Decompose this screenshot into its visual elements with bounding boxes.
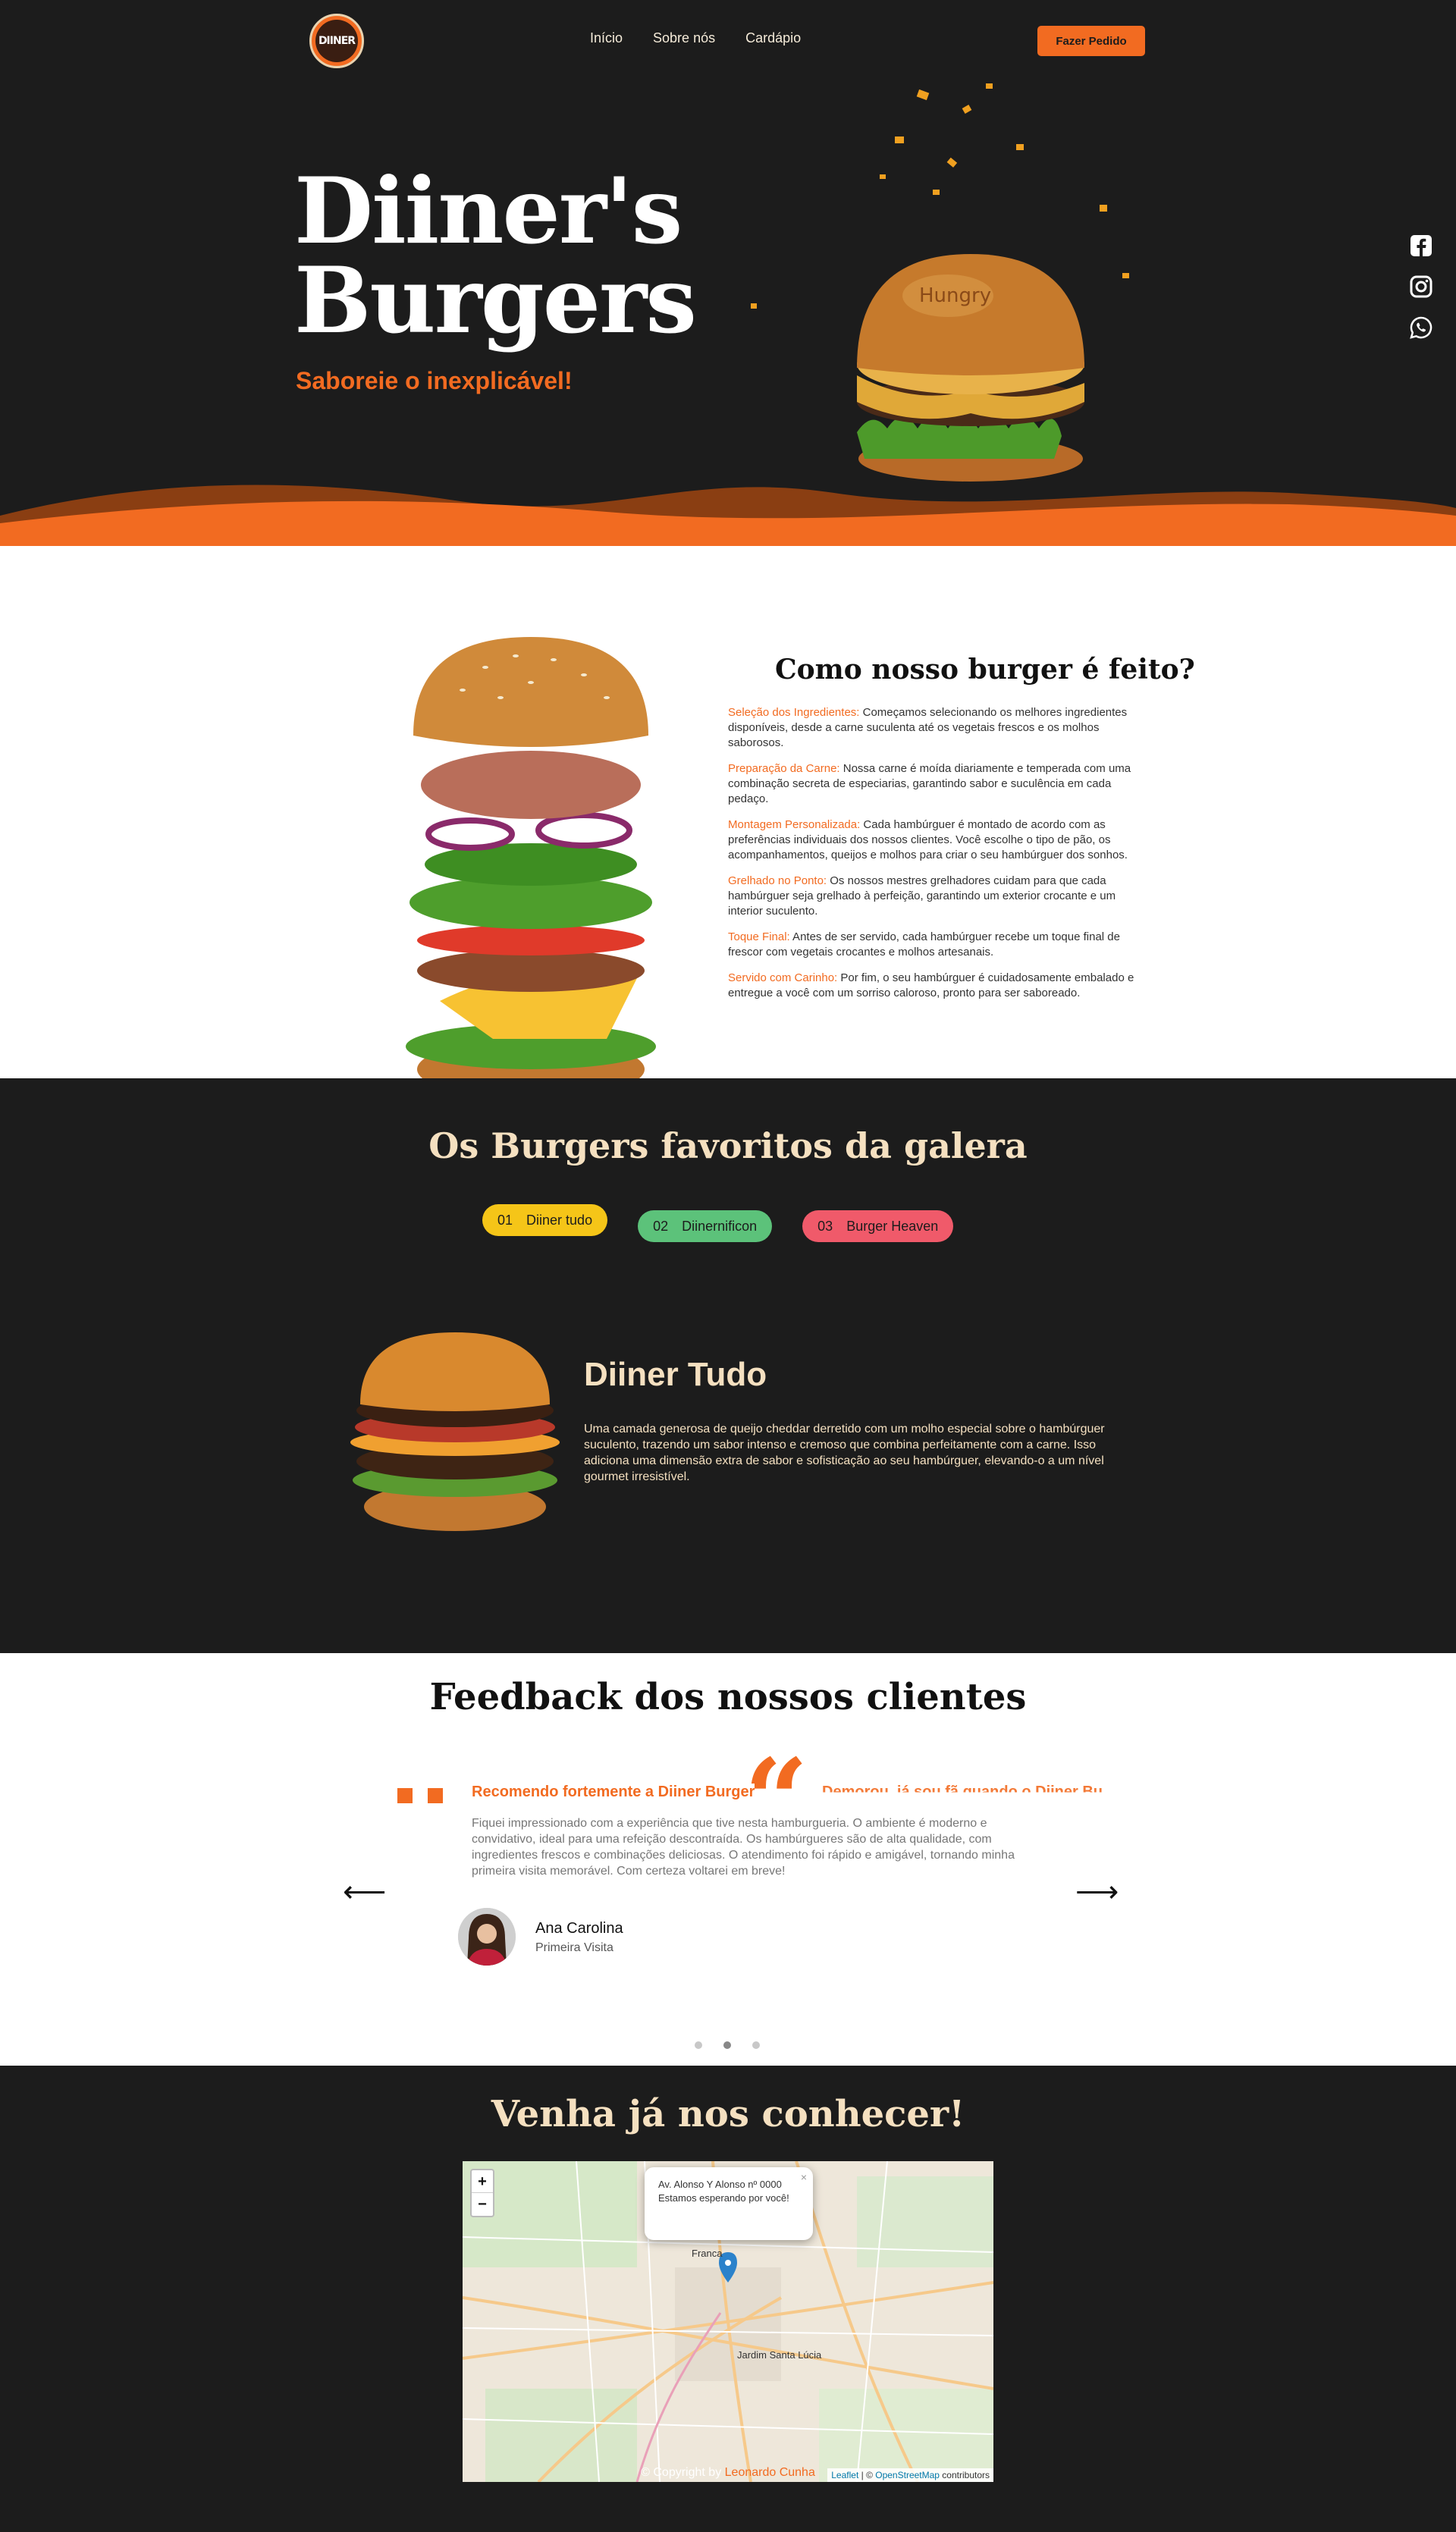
- tab-burger-heaven[interactable]: 03 Burger Heaven: [802, 1210, 954, 1242]
- step-item: Preparação da Carne: Nossa carne é moída…: [728, 761, 1150, 807]
- popup-message: Estamos esperando por você!: [658, 2192, 789, 2204]
- close-icon[interactable]: ×: [801, 2170, 807, 2184]
- hero-wave: [0, 485, 1456, 546]
- favorites-section: Os Burgers favoritos da galera 01 Diiner…: [0, 1078, 1456, 1653]
- tab-diinernificon[interactable]: 02 Diinernificon: [638, 1210, 773, 1242]
- carousel-dot[interactable]: [695, 2041, 702, 2049]
- how-made-section: Como nosso burger é feito? Seleção dos I…: [0, 546, 1456, 1100]
- logo-text: DIINER: [315, 20, 358, 62]
- nav-item-sobre[interactable]: Sobre nós: [653, 30, 715, 46]
- copyright: © Copyright by Leonardo Cunha: [0, 2466, 1456, 2480]
- step-item: Montagem Personalizada: Cada hambúrguer …: [728, 817, 1150, 863]
- instagram-icon[interactable]: [1409, 275, 1433, 299]
- nav-item-cardapio[interactable]: Cardápio: [745, 30, 801, 46]
- step-label: Grelhado no Ponto:: [728, 874, 827, 887]
- hero-section: DIINER Início Sobre nós Cardápio Fazer P…: [0, 0, 1456, 546]
- step-item: Seleção dos Ingredientes: Começamos sele…: [728, 705, 1150, 751]
- step-label: Toque Final:: [728, 930, 790, 943]
- nav-item-inicio[interactable]: Início: [590, 30, 623, 46]
- testimonial-text: Fiquei impressionado com a experiência q…: [472, 1817, 1015, 1878]
- step-label: Seleção dos Ingredientes:: [728, 706, 860, 719]
- feedback-title: Feedback dos nossos clientes: [429, 1676, 1027, 1718]
- order-button[interactable]: Fazer Pedido: [1037, 26, 1145, 56]
- tab-number: 02: [653, 1218, 669, 1234]
- visit-title: Venha já nos conhecer!: [491, 2093, 965, 2135]
- copyright-prefix: © Copyright by: [641, 2466, 725, 2479]
- step-label: Servido com Carinho:: [728, 971, 838, 984]
- tab-diiner-tudo[interactable]: 01 Diiner tudo: [482, 1204, 608, 1236]
- tab-label: Diiner tudo: [526, 1212, 593, 1228]
- tab-label: Burger Heaven: [846, 1218, 939, 1234]
- hero-title: Diiner's Burgers: [294, 166, 697, 347]
- visit-section: Venha já nos conhecer! Franca Jardim San…: [0, 2066, 1456, 2532]
- author-link[interactable]: Leonardo Cunha: [725, 2466, 815, 2479]
- location-map[interactable]: Franca Jardim Santa Lúcia + − × Av. Alon…: [463, 2161, 993, 2482]
- step-item: Toque Final: Antes de ser servido, cada …: [728, 930, 1150, 960]
- favorite-name: Diiner Tudo: [584, 1356, 767, 1393]
- next-arrow-icon[interactable]: ⟶: [1075, 1875, 1119, 1909]
- hero-subtitle: Saboreie o inexplicável!: [296, 367, 573, 394]
- favorites-tabs: 01 Diiner tudo 02 Diinernificon 03 Burge…: [482, 1204, 954, 1242]
- map-zoom-controls: + −: [470, 2169, 494, 2217]
- facebook-icon[interactable]: [1409, 234, 1433, 258]
- step-label: Preparação da Carne:: [728, 762, 840, 775]
- whatsapp-icon[interactable]: [1409, 315, 1433, 340]
- quote-icon: [397, 1788, 443, 1803]
- map-label-jardim: Jardim Santa Lúcia: [737, 2349, 822, 2361]
- carousel-dot-active[interactable]: [723, 2041, 731, 2049]
- favorites-title: Os Burgers favoritos da galera: [428, 1125, 1028, 1166]
- avatar: [458, 1908, 516, 1966]
- diiner-tudo-image: [350, 1332, 560, 1531]
- tab-number: 03: [817, 1218, 833, 1234]
- reviewer-role: Primeira Visita: [535, 1941, 613, 1954]
- tab-number: 01: [497, 1212, 513, 1228]
- zoom-out-button[interactable]: −: [472, 2193, 493, 2216]
- popup-address: Av. Alonso Y Alonso nº 0000: [658, 2179, 782, 2190]
- prev-arrow-icon[interactable]: ⟵: [343, 1875, 386, 1909]
- feedback-section: Feedback dos nossos clientes “ Demorou, …: [0, 1653, 1456, 2066]
- how-steps-list: Seleção dos Ingredientes: Começamos sele…: [728, 705, 1150, 1012]
- hero-title-line2: Burgers: [294, 247, 697, 354]
- carousel-dots: [695, 2041, 760, 2049]
- how-title: Como nosso burger é feito?: [775, 654, 1195, 686]
- favorite-description: Uma camada generosa de queijo cheddar de…: [584, 1423, 1105, 1483]
- zoom-in-button[interactable]: +: [472, 2170, 493, 2193]
- logo[interactable]: DIINER: [309, 14, 364, 68]
- step-item: Servido com Carinho: Por fim, o seu hamb…: [728, 971, 1150, 1001]
- map-popup: × Av. Alonso Y Alonso nº 0000 Estamos es…: [645, 2167, 813, 2240]
- testimonial-headline: Recomendo fortemente a Diiner Burger: [472, 1784, 755, 1801]
- social-links: [1409, 234, 1433, 340]
- main-nav: Início Sobre nós Cardápio: [590, 30, 801, 46]
- stacked-burger-image: [406, 637, 656, 1100]
- tab-label: Diinernificon: [682, 1218, 758, 1234]
- step-item: Grelhado no Ponto: Os nossos mestres gre…: [728, 874, 1150, 919]
- carousel-dot[interactable]: [752, 2041, 760, 2049]
- step-label: Montagem Personalizada:: [728, 818, 861, 831]
- hero-burger-image: Hungry: [751, 83, 1129, 482]
- hero-burger-brand: Hungry: [919, 284, 991, 307]
- reviewer-name: Ana Carolina: [535, 1920, 623, 1937]
- map-label-franca: Franca: [692, 2248, 723, 2259]
- next-testimonial-headline: Demorou, já sou fã quando o Diiner Bu: [822, 1784, 1103, 1800]
